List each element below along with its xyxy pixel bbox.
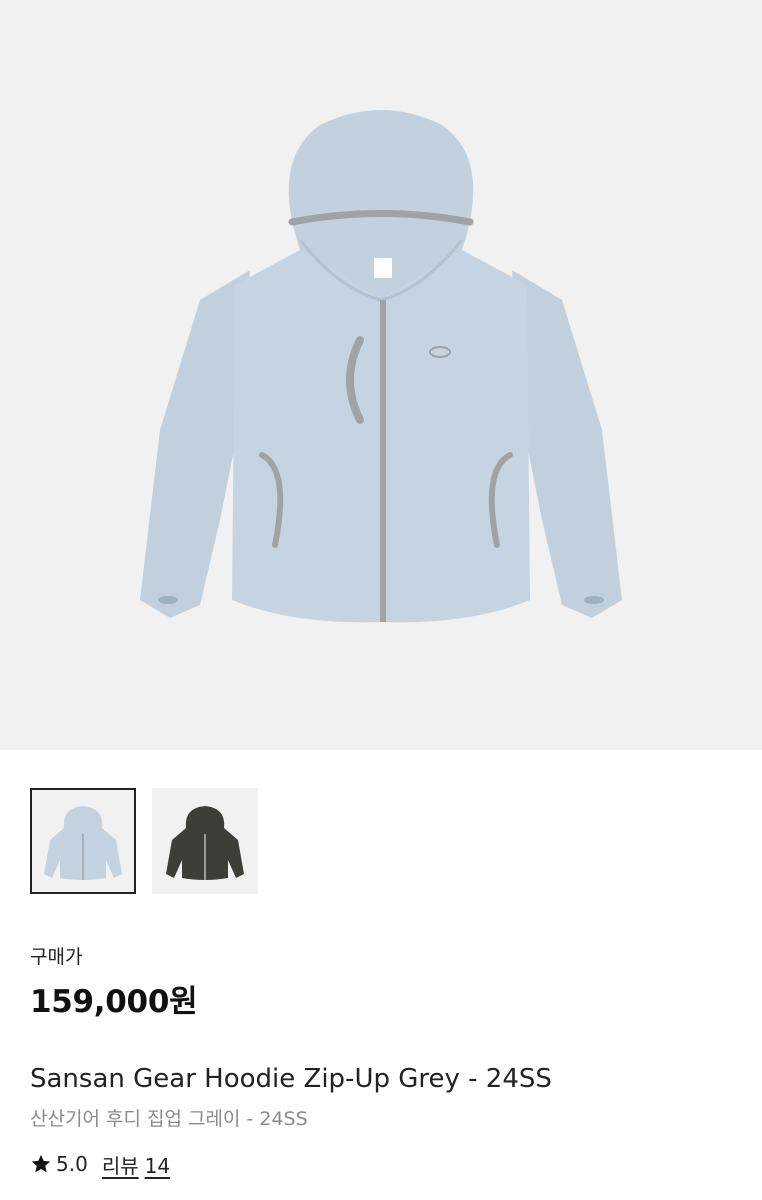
product-name-en: Sansan Gear Hoodie Zip-Up Grey - 24SS <box>30 1064 552 1094</box>
review-count: 14 <box>144 1153 171 1178</box>
thumbnail-black[interactable] <box>152 788 258 894</box>
product-name-ko: 산산기어 후디 집업 그레이 - 24SS <box>30 1108 308 1130</box>
price-label: 구매가 <box>30 946 83 968</box>
star-icon <box>31 1154 51 1173</box>
review-label: 리뷰 <box>101 1153 139 1178</box>
price: 159,000원 <box>30 984 198 1020</box>
rating-score: 5.0 <box>56 1152 88 1176</box>
rating-row: 5.0 리뷰 14 <box>30 1150 170 1178</box>
hoodie-image <box>140 110 622 623</box>
review-link[interactable]: 리뷰 14 <box>102 1150 170 1179</box>
product-hero-image[interactable] <box>0 0 762 750</box>
thumbnail-grey[interactable] <box>30 788 136 894</box>
